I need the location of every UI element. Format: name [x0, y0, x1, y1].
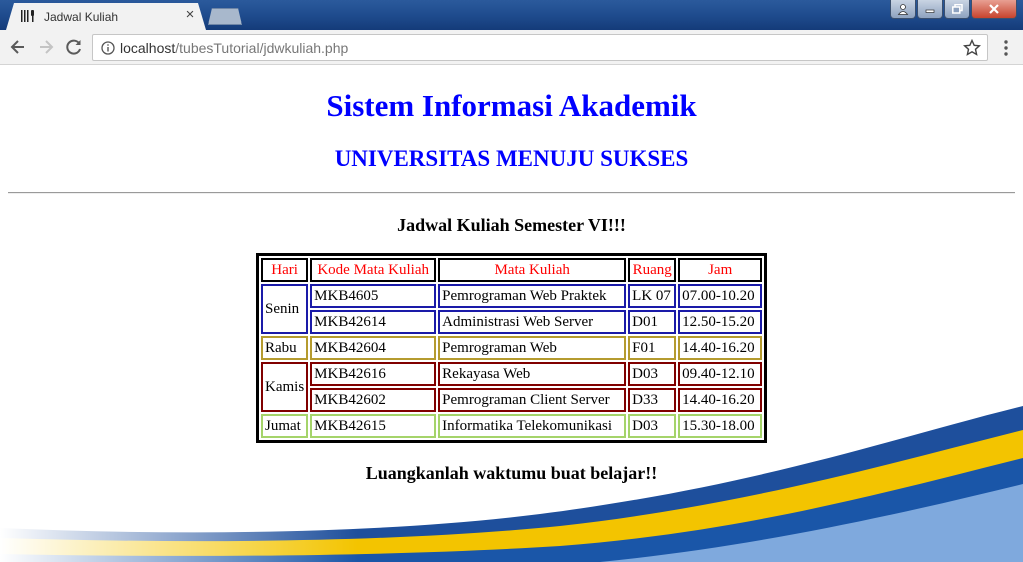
ruang-cell: D03	[628, 414, 677, 438]
mata-kuliah-cell: Pemrograman Client Server	[438, 388, 627, 412]
mata-kuliah-cell: Pemrograman Web	[438, 336, 627, 360]
profile-button[interactable]	[890, 0, 916, 19]
cutlery-icon	[21, 10, 34, 22]
mata-kuliah-cell: Informatika Telekomunikasi	[438, 414, 627, 438]
page-title: Sistem Informasi Akademik	[326, 88, 697, 123]
divider	[8, 192, 1015, 194]
close-icon	[989, 4, 999, 14]
user-icon	[897, 4, 909, 15]
jam-cell: 14.40-16.20	[678, 336, 763, 360]
table-header-row: Hari Kode Mata Kuliah Mata Kuliah Ruang …	[261, 258, 763, 282]
header-mata-kuliah: Mata Kuliah	[438, 258, 627, 282]
window-controls	[890, 0, 1017, 19]
header-ruang: Ruang	[628, 258, 677, 282]
jam-cell: 14.40-16.20	[678, 388, 763, 412]
kode-cell: MKB42614	[310, 310, 437, 334]
schedule-table: Hari Kode Mata Kuliah Mata Kuliah Ruang …	[256, 253, 768, 443]
title-bar: Jadwal Kuliah ×	[0, 0, 1023, 30]
day-cell: Senin	[261, 284, 309, 334]
ruang-cell: D01	[628, 310, 677, 334]
minimize-button[interactable]	[917, 0, 943, 19]
tab-title: Jadwal Kuliah	[44, 10, 119, 24]
minimize-icon	[925, 9, 935, 13]
mata-kuliah-cell: Administrasi Web Server	[438, 310, 627, 334]
table-row: Kamis MKB42616 Rekayasa Web D03 09.40-12…	[261, 362, 763, 412]
jam-cell: 09.40-12.10	[678, 362, 763, 386]
day-cell: Kamis	[261, 362, 309, 412]
jam-cell: 15.30-18.00	[678, 414, 763, 438]
new-tab-button[interactable]	[208, 8, 242, 25]
day-cell: Rabu	[261, 336, 309, 360]
page-viewport: Sistem Informasi Akademik UNIVERSITAS ME…	[0, 66, 1023, 562]
kode-cell: MKB42602	[310, 388, 437, 412]
kode-cell: MKB42615	[310, 414, 437, 438]
header-kode: Kode Mata Kuliah	[310, 258, 437, 282]
close-window-button[interactable]	[971, 0, 1017, 19]
schedule-title: Jadwal Kuliah Semester VI!!!	[397, 215, 626, 235]
restore-button[interactable]	[944, 0, 970, 19]
reload-icon[interactable]	[64, 37, 84, 57]
ruang-cell: LK 07	[628, 284, 677, 308]
jam-cell: 12.50-15.20	[678, 310, 763, 334]
table-row: MKB42602 Pemrograman Client Server D33 1…	[261, 388, 763, 412]
ruang-cell: D33	[628, 388, 677, 412]
page-subtitle: UNIVERSITAS MENUJU SUKSES	[334, 146, 689, 171]
kode-cell: MKB4605	[310, 284, 437, 308]
info-icon[interactable]	[101, 41, 115, 55]
ruang-cell: F01	[628, 336, 677, 360]
table-row: Senin MKB4605 Pemrograman Web Praktek LK…	[261, 284, 763, 334]
kode-cell: MKB42604	[310, 336, 437, 360]
table-row: Jumat MKB42615 Informatika Telekomunikas…	[261, 414, 763, 438]
footer-message: Luangkanlah waktumu buat belajar!!	[365, 463, 658, 483]
mata-kuliah-cell: Rekayasa Web	[438, 362, 627, 386]
table-row: Rabu MKB42604 Pemrograman Web F01 14.40-…	[261, 336, 763, 360]
url-text: localhost/tubesTutorial/jdwkuliah.php	[120, 40, 349, 56]
tab-close-icon[interactable]: ×	[182, 7, 198, 23]
header-hari: Hari	[261, 258, 309, 282]
mata-kuliah-cell: Pemrograman Web Praktek	[438, 284, 627, 308]
back-arrow-icon[interactable]	[8, 37, 28, 57]
more-menu-icon[interactable]	[998, 39, 1014, 57]
forward-arrow-icon[interactable]	[36, 37, 56, 57]
header-jam: Jam	[678, 258, 763, 282]
jam-cell: 07.00-10.20	[678, 284, 763, 308]
day-cell: Jumat	[261, 414, 309, 438]
browser-toolbar: localhost/tubesTutorial/jdwkuliah.php	[0, 30, 1023, 65]
restore-icon	[951, 4, 963, 14]
address-bar[interactable]: localhost/tubesTutorial/jdwkuliah.php	[92, 34, 988, 61]
kode-cell: MKB42616	[310, 362, 437, 386]
table-row: MKB42614 Administrasi Web Server D01 12.…	[261, 310, 763, 334]
bookmark-star-icon[interactable]	[963, 39, 981, 57]
browser-tab[interactable]: Jadwal Kuliah ×	[6, 3, 206, 30]
ruang-cell: D03	[628, 362, 677, 386]
